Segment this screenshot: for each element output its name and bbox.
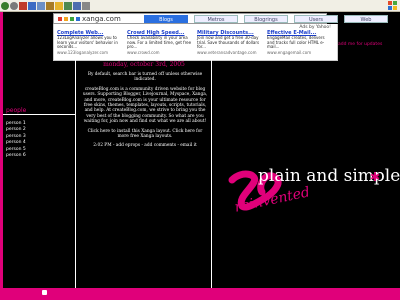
- ad-item[interactable]: Complete Web... 123LogAnalyzer allows yo…: [57, 30, 123, 60]
- history-icon[interactable]: [64, 2, 72, 10]
- post-install-links[interactable]: Click here to install this Xanga layout.…: [82, 129, 208, 140]
- sidebar-divider: [3, 114, 75, 115]
- post-body: By default, search bar is turned off unl…: [82, 72, 208, 153]
- xanga-logo-text: xanga.com: [82, 15, 121, 23]
- ad-url: www.veteransadvantage.com: [197, 49, 257, 55]
- sidebar-item[interactable]: person 6: [6, 153, 26, 159]
- sidebar-list: person 1 person 2 person 3 person 4 pers…: [6, 121, 26, 159]
- back-icon[interactable]: [1, 2, 9, 10]
- xanga-search-bar: xanga.com Blogs Metros Blogrings Users W…: [53, 13, 388, 24]
- post-paragraph: createBlog.com is a community driven web…: [82, 86, 208, 125]
- mail-icon[interactable]: [73, 2, 81, 10]
- star-icon: ✱: [370, 170, 381, 184]
- home-icon[interactable]: [37, 2, 45, 10]
- tab-users[interactable]: Users: [294, 15, 338, 23]
- column-border-left: [75, 60, 76, 288]
- ad-url: www.engagemail.com: [267, 49, 312, 55]
- tab-metros[interactable]: Metros: [194, 15, 238, 23]
- stop-icon[interactable]: [19, 2, 27, 10]
- add-me-link[interactable]: add me for updates: [338, 42, 382, 47]
- tab-blogs[interactable]: Blogs: [144, 15, 188, 23]
- xanga-search-tabs: Blogs Metros Blogrings Users Web: [144, 15, 388, 23]
- ad-url: www.123loganalyzer.com: [57, 49, 109, 55]
- tab-web[interactable]: Web: [344, 15, 388, 23]
- ad-description: Check availability in your area now. For…: [127, 35, 192, 50]
- sidebar-title: people: [6, 107, 27, 114]
- left-accent-bar: [0, 12, 3, 290]
- post-paragraph: By default, search bar is turned off unl…: [87, 72, 203, 83]
- ad-url: www.crowd.com: [127, 49, 160, 55]
- ad-description: Join now and get a free 30-day trial. Sa…: [197, 35, 260, 50]
- status-icon: [42, 290, 47, 295]
- xanga-logo[interactable]: xanga.com: [58, 15, 121, 23]
- windows-logo-icon: [388, 1, 397, 10]
- ad-description: EngageMail creates, delivers and tracks …: [267, 35, 325, 50]
- status-bar: [0, 288, 400, 300]
- forward-icon[interactable]: [10, 2, 18, 10]
- search-icon[interactable]: [46, 2, 54, 10]
- refresh-icon[interactable]: [28, 2, 36, 10]
- sidebar-item[interactable]: person 4: [6, 140, 26, 146]
- post-date: monday, october 3rd, 2005: [103, 61, 185, 68]
- tab-blogrings[interactable]: Blogrings: [244, 15, 288, 23]
- ad-item[interactable]: Effective E-Mail... EngageMail creates, …: [267, 30, 333, 60]
- post-footer[interactable]: 2:02 PM - add eprops - add comments - em…: [82, 143, 208, 148]
- brand-logo: plain and simple. reinvented ✱: [228, 160, 400, 240]
- ad-description: 123LogAnalyzer allows you to learn your …: [57, 35, 118, 50]
- ad-item[interactable]: Military Discounts... Join now and get a…: [197, 30, 263, 60]
- favorites-icon[interactable]: [55, 2, 63, 10]
- toolbar-icons: [1, 2, 90, 11]
- sidebar-item[interactable]: person 2: [6, 127, 26, 133]
- ad-strip: Ads by Yahoo! Complete Web... 123LogAnal…: [53, 24, 338, 61]
- browser-toolbar: [0, 0, 400, 12]
- print-icon[interactable]: [82, 2, 90, 10]
- column-border-right: [211, 60, 212, 288]
- ad-item[interactable]: Crowd High Speed... Check availability i…: [127, 30, 193, 60]
